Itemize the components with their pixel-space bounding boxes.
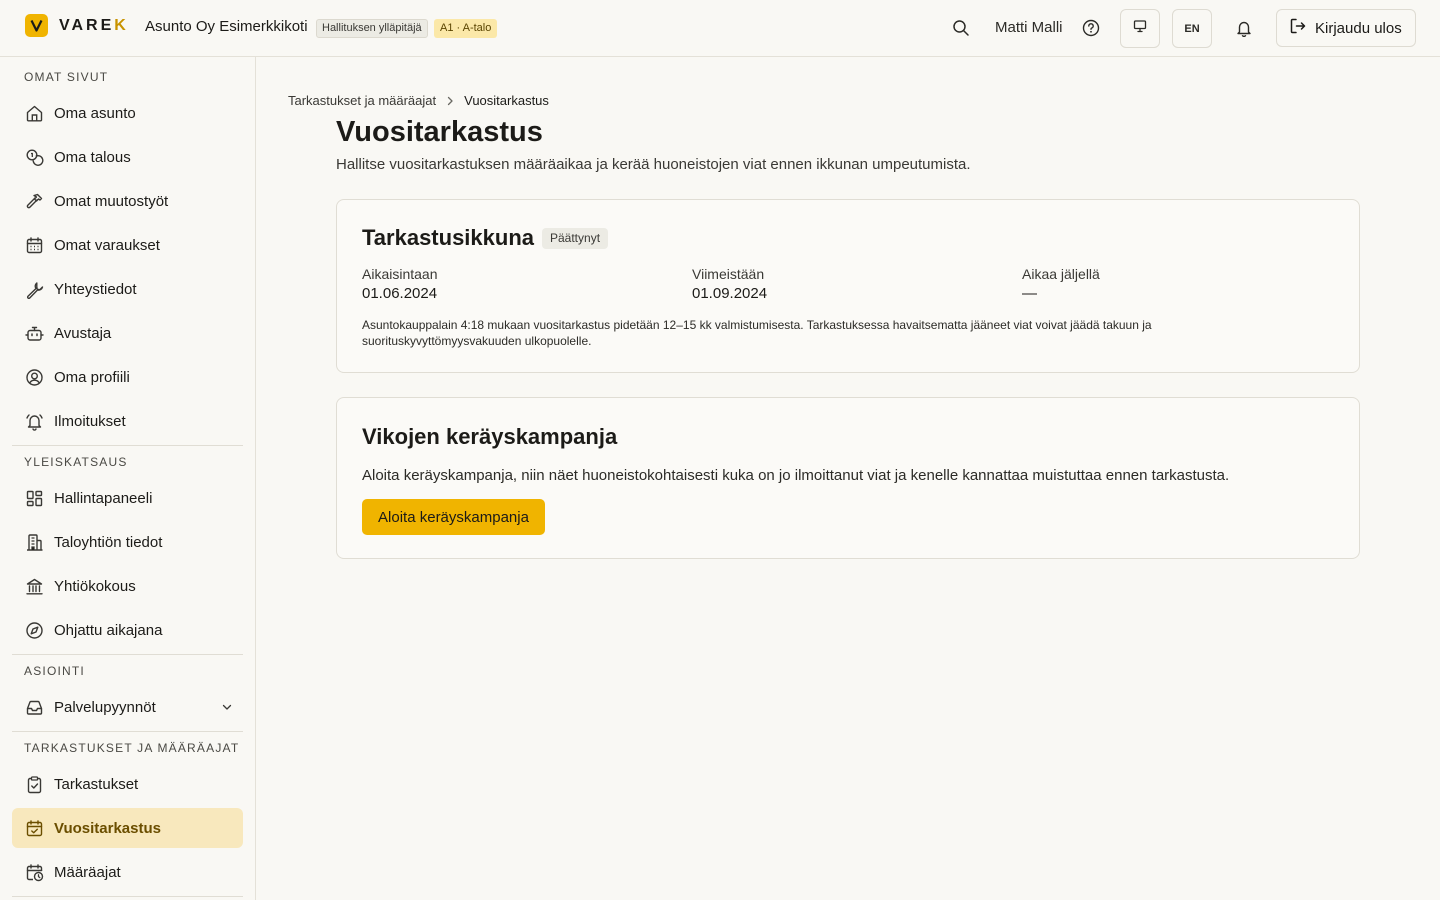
inspection-window-card: Tarkastusikkuna Päättynyt Aikaisintaan 0…: [336, 199, 1360, 373]
org-name: Asunto Oy Esimerkkikoti: [145, 18, 308, 35]
language-label: EN: [1184, 22, 1200, 35]
monitor-icon: [1133, 19, 1147, 38]
sidebar-item-label: Tarkastukset: [54, 775, 139, 793]
role-badge: Hallituksen ylläpitäjä: [316, 19, 428, 38]
dashboard-icon: [24, 488, 44, 508]
sidebar-item-oma-asunto[interactable]: Oma asunto: [12, 93, 243, 133]
sidebar-item-omat-varaukset[interactable]: Omat varaukset: [12, 225, 243, 265]
sidebar-item-taloyhtion-tiedot[interactable]: Taloyhtiön tiedot: [12, 522, 243, 562]
calendar-clock-icon: [24, 862, 44, 882]
status-badge: Päättynyt: [542, 228, 609, 249]
sidebar-item-label: Taloyhtiön tiedot: [54, 533, 163, 551]
logout-button[interactable]: Kirjaudu ulos: [1276, 9, 1416, 47]
logo-mark-icon: [25, 14, 48, 37]
sidebar-item-label: Hallintapaneeli: [54, 489, 153, 507]
legal-note: Asuntokauppalain 4:18 mukaan vuositarkas…: [362, 318, 1152, 348]
page-subtitle: Hallitse vuositarkastuksen määräaikaa ja…: [336, 156, 971, 173]
chevron-down-icon[interactable]: [221, 700, 233, 718]
sidebar-section-title: ASIOINTI: [24, 664, 85, 678]
sidebar-item-label: Oma asunto: [54, 104, 136, 122]
breadcrumb: Tarkastukset ja määräajat Vuositarkastus: [288, 93, 549, 108]
logo-text: VAREK: [59, 16, 129, 34]
logout-icon: [1289, 17, 1307, 40]
latest-value: 01.09.2024: [692, 285, 768, 302]
sidebar-item-ilmoitukset[interactable]: Ilmoitukset: [12, 401, 243, 441]
breadcrumb-parent-link[interactable]: Tarkastukset ja määräajat: [288, 93, 436, 108]
bell-icon[interactable]: [1234, 18, 1254, 38]
home-icon: [24, 103, 44, 123]
sidebar-item-label: Palvelupyynnöt: [54, 698, 156, 716]
user-circle-icon: [24, 367, 44, 387]
time-left-value: —: [1022, 285, 1037, 302]
breadcrumb-current: Vuositarkastus: [464, 93, 549, 108]
clipboard-check-icon: [24, 774, 44, 794]
earliest-label: Aikaisintaan: [362, 266, 438, 282]
landmark-icon: [24, 576, 44, 596]
sidebar-item-label: Avustaja: [54, 324, 112, 342]
sidebar-section-title: YLEISKATSAUS: [24, 455, 128, 469]
coins-icon: [24, 147, 44, 167]
sidebar-item-label: Ilmoitukset: [54, 412, 126, 430]
sidebar-item-hallintapaneeli[interactable]: Hallintapaneeli: [12, 478, 243, 518]
bot-icon: [24, 323, 44, 343]
chevron-right-icon: [446, 96, 454, 106]
sidebar-item-vuositarkastus[interactable]: Vuositarkastus: [12, 808, 243, 848]
sidebar-divider: [12, 896, 243, 897]
sidebar-item-tarkastukset[interactable]: Tarkastukset: [12, 764, 243, 804]
sidebar-item-avustaja[interactable]: Avustaja: [12, 313, 243, 353]
sidebar-item-label: Omat muutostyöt: [54, 192, 169, 210]
sidebar-item-label: Ohjattu aikajana: [54, 621, 163, 639]
logout-label: Kirjaudu ulos: [1315, 19, 1402, 37]
sidebar-item-yhteystiedot[interactable]: Yhteystiedot: [12, 269, 243, 309]
sidebar-item-label: Oma profiili: [54, 368, 130, 386]
help-icon[interactable]: [1081, 18, 1101, 38]
latest-label: Viimeistään: [692, 266, 765, 282]
sidebar-item-label: Omat varaukset: [54, 236, 160, 254]
card-title: Vikojen keräyskampanja: [362, 424, 618, 449]
logo[interactable]: VAREK: [25, 14, 129, 37]
bell-ring-icon: [24, 411, 44, 431]
defect-campaign-card: Vikojen keräyskampanja Aloita keräyskamp…: [336, 397, 1360, 559]
page-title: Vuositarkastus: [336, 116, 543, 148]
sidebar-section-title: OMAT SIVUT: [24, 70, 109, 84]
campaign-description: Aloita keräyskampanja, niin näet huoneis…: [362, 467, 1230, 484]
earliest-value: 01.06.2024: [362, 285, 438, 302]
calendar-icon: [24, 235, 44, 255]
card-title: Tarkastusikkuna: [362, 225, 535, 250]
sidebar-item-label: Oma talous: [54, 148, 131, 166]
sidebar-item-maaraajat[interactable]: Määräajat: [12, 852, 243, 892]
sidebar-divider: [12, 654, 243, 655]
sidebar-item-label: Vuositarkastus: [54, 819, 161, 837]
time-left-label: Aikaa jäljellä: [1022, 266, 1100, 282]
compass-icon: [24, 620, 44, 640]
sidebar-divider: [12, 445, 243, 446]
search-icon[interactable]: [951, 18, 971, 38]
sidebar-item-label: Yhteystiedot: [54, 280, 137, 298]
sidebar-item-oma-profiili[interactable]: Oma profiili: [12, 357, 243, 397]
user-name[interactable]: Matti Malli: [995, 19, 1063, 36]
sidebar: OMAT SIVUT Oma asunto Oma talous Omat mu…: [0, 57, 256, 900]
calendar-check-icon: [24, 818, 44, 838]
language-button[interactable]: EN: [1172, 9, 1212, 48]
sidebar-item-ohjattu-aikajana[interactable]: Ohjattu aikajana: [12, 610, 243, 650]
sidebar-item-label: Yhtiökokous: [54, 577, 136, 595]
sidebar-item-oma-talous[interactable]: Oma talous: [12, 137, 243, 177]
building-icon: [24, 532, 44, 552]
wrench-icon: [24, 279, 44, 299]
display-mode-button[interactable]: [1120, 9, 1160, 48]
top-bar: VAREK Asunto Oy Esimerkkikoti Hallitukse…: [0, 0, 1440, 57]
inbox-icon: [24, 697, 44, 717]
sidebar-item-omat-muutostyot[interactable]: Omat muutostyöt: [12, 181, 243, 221]
hammer-icon: [24, 191, 44, 211]
sidebar-item-yhtiokokous[interactable]: Yhtiökokous: [12, 566, 243, 606]
start-campaign-button[interactable]: Aloita keräyskampanja: [362, 499, 545, 535]
sidebar-section-title: TARKASTUKSET JA MÄÄRÄAJAT: [24, 741, 240, 755]
sidebar-divider: [12, 731, 243, 732]
apartment-badge: A1 · A-talo: [434, 19, 498, 38]
sidebar-item-label: Määräajat: [54, 863, 121, 881]
sidebar-item-palvelupyynnot[interactable]: Palvelupyynnöt: [12, 687, 243, 727]
